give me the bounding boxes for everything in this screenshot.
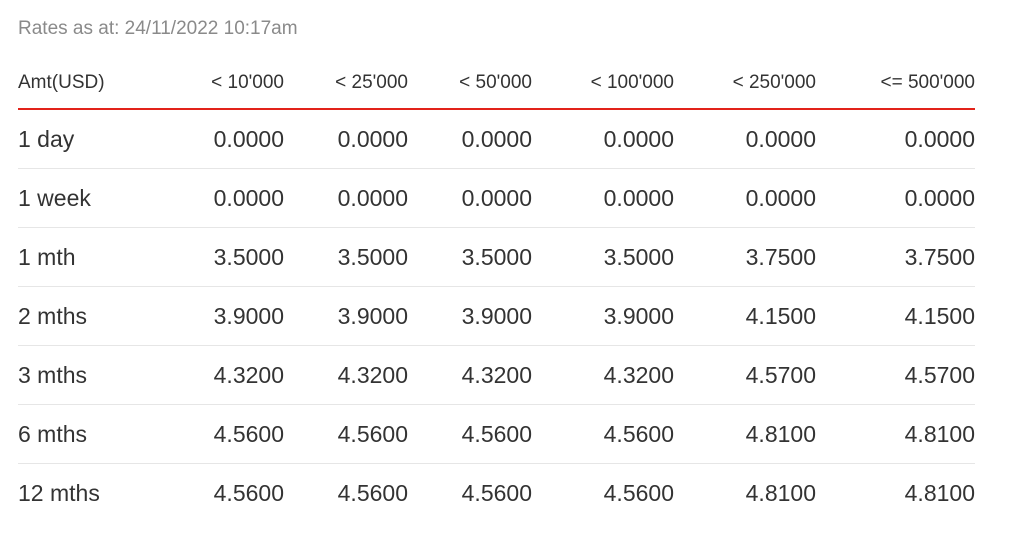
rates-panel: Rates as at: 24/11/2022 10:17am Amt(USD)… [0, 0, 1024, 543]
table-row: 1 mth 3.5000 3.5000 3.5000 3.5000 3.7500… [18, 227, 975, 287]
table-row: 1 day 0.0000 0.0000 0.0000 0.0000 0.0000… [18, 109, 975, 169]
rate-cell: 4.5700 [674, 345, 816, 405]
table-row: 3 mths 4.3200 4.3200 4.3200 4.3200 4.570… [18, 345, 975, 405]
rate-cell: 3.5000 [166, 227, 284, 287]
rate-cell: 4.5600 [337, 479, 408, 506]
rate-cell: 0.0000 [532, 109, 674, 169]
header-tier-2: < 25'000 [284, 58, 408, 110]
rates-table-body: 1 day 0.0000 0.0000 0.0000 0.0000 0.0000… [18, 109, 975, 522]
rate-cell: 0.0000 [816, 109, 975, 169]
rate-cell: 3.9000 [284, 286, 408, 346]
rate-cell: 3.5000 [532, 227, 674, 287]
rate-cell: 3.9000 [532, 286, 674, 346]
rate-cell: 4.1500 [674, 286, 816, 346]
rate-cell: 0.0000 [166, 168, 284, 228]
table-row: 6 mths 4.5600 4.5600 4.5600 4.5600 4.810… [18, 404, 975, 464]
rate-cell: 4.3200 [532, 345, 674, 405]
rate-cell: 0.0000 [408, 109, 532, 169]
rate-cell: 3.5000 [284, 227, 408, 287]
header-tier-1: < 10'000 [166, 58, 284, 110]
rate-cell: 3.7500 [816, 227, 975, 287]
term-label: 1 week [18, 168, 166, 228]
term-label: 6 mths [18, 404, 166, 464]
rate-cell: 4.5600 [284, 404, 408, 464]
rate-cell: 4.5700 [816, 345, 975, 405]
rate-cell: 0.0000 [532, 168, 674, 228]
rate-cell: 4.3200 [166, 345, 284, 405]
rate-cell: 4.5600 [532, 404, 674, 464]
rate-cell: 4.8100 [904, 479, 975, 506]
rates-table: Amt(USD) < 10'000 < 25'000 < 50'000 < 10… [18, 58, 975, 522]
term-label: 12 mths [18, 479, 100, 506]
rate-cell: 4.3200 [408, 345, 532, 405]
rate-cell: 4.1500 [816, 286, 975, 346]
rate-cell: 4.5600 [603, 479, 674, 506]
rate-cell: 0.0000 [166, 109, 284, 169]
rate-cell: 0.0000 [674, 109, 816, 169]
rate-cell: 3.9000 [166, 286, 284, 346]
rate-cell: 0.0000 [408, 168, 532, 228]
rate-cell: 4.3200 [284, 345, 408, 405]
rate-cell: 3.7500 [674, 227, 816, 287]
header-tier-5: < 250'000 [674, 58, 816, 110]
rates-table-header: Amt(USD) < 10'000 < 25'000 < 50'000 < 10… [18, 58, 975, 110]
rate-cell: 3.9000 [408, 286, 532, 346]
rate-cell: 0.0000 [284, 109, 408, 169]
rate-cell: 4.8100 [816, 404, 975, 464]
rate-cell: 4.5600 [213, 479, 284, 506]
rate-cell: 4.5600 [166, 404, 284, 464]
rate-cell: 0.0000 [284, 168, 408, 228]
term-label: 1 mth [18, 227, 166, 287]
term-label: 2 mths [18, 286, 166, 346]
rate-cell: 4.5600 [461, 479, 532, 506]
rate-cell: 4.8100 [745, 479, 816, 506]
table-row: 12 mths 4.5600 4.5600 4.5600 4.5600 4.81… [18, 464, 975, 523]
header-tier-6: <= 500'000 [816, 58, 975, 110]
term-label: 1 day [18, 109, 166, 169]
rate-cell: 0.0000 [816, 168, 975, 228]
rate-cell: 4.5600 [408, 404, 532, 464]
table-row: 1 week 0.0000 0.0000 0.0000 0.0000 0.000… [18, 168, 975, 228]
term-label: 3 mths [18, 345, 166, 405]
rate-cell: 0.0000 [674, 168, 816, 228]
table-row: 2 mths 3.9000 3.9000 3.9000 3.9000 4.150… [18, 286, 975, 346]
header-amount: Amt(USD) [18, 58, 166, 110]
header-row: Amt(USD) < 10'000 < 25'000 < 50'000 < 10… [18, 58, 975, 110]
rate-cell: 3.5000 [408, 227, 532, 287]
rates-timestamp: Rates as at: 24/11/2022 10:17am [18, 18, 298, 39]
rate-cell: 4.8100 [674, 404, 816, 464]
header-tier-3: < 50'000 [408, 58, 532, 110]
header-tier-4: < 100'000 [532, 58, 674, 110]
